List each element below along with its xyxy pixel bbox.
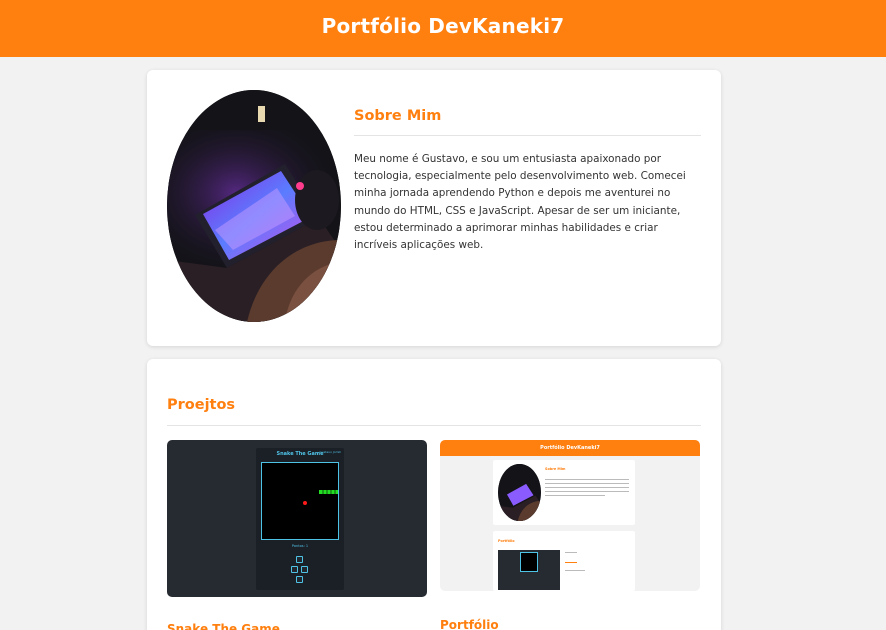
mini-profile-photo (498, 464, 541, 521)
mini-text-line (565, 570, 585, 571)
dpad-down-button (296, 576, 303, 583)
profile-photo-gaming-setup-icon (167, 90, 341, 322)
projects-section: Proejtos Gustavo Jomili Snake The Game P… (147, 359, 721, 630)
snake-board (261, 462, 339, 540)
profile-photo (167, 90, 341, 322)
mini-header-title: Portfólio DevKaneki7 (540, 445, 600, 451)
site-header: Portfólio DevKaneki7 (0, 0, 886, 57)
mini-snake-thumb (498, 550, 560, 590)
mini-text-line (545, 491, 629, 492)
projects-divider (167, 425, 701, 426)
project-label-snake[interactable]: Snake The Game (167, 622, 280, 630)
mini-snake-board (520, 552, 538, 572)
mini-about-card: Sobre Mim (493, 460, 635, 525)
portfolio-preview[interactable]: Portfólio DevKaneki7 Sobre Mim Portfólio (440, 440, 700, 591)
mini-projects-card: Portfólio (493, 531, 635, 591)
snake-icon (303, 490, 338, 505)
mini-accent-line (565, 562, 577, 563)
site-title: Portfólio DevKaneki7 (321, 14, 565, 38)
mini-projects-title: Portfólio (498, 539, 515, 543)
snake-title: Snake The Game (276, 451, 324, 457)
snake-score: Pontos: 1 (291, 544, 309, 548)
project-label-portfolio[interactable]: Portfólio (440, 618, 499, 630)
mini-text-line (545, 487, 629, 488)
mini-about-title: Sobre Mim (545, 467, 566, 471)
mini-profile-photo-icon (498, 464, 541, 521)
mini-text-line (545, 495, 605, 496)
mini-header: Portfólio DevKaneki7 (440, 440, 700, 456)
mini-text-line (545, 479, 629, 480)
mini-text-line (565, 552, 577, 553)
snake-game-preview[interactable]: Gustavo Jomili Snake The Game Pontos: 1 (167, 440, 427, 597)
snake-game-panel: Gustavo Jomili Snake The Game Pontos: 1 (256, 448, 344, 590)
dpad-left-button (291, 566, 298, 573)
food-icon (303, 501, 307, 505)
about-section: Sobre Mim Meu nome é Gustavo, e sou um e… (147, 70, 721, 346)
dpad-up-button (296, 556, 303, 563)
dpad-right-button (301, 566, 308, 573)
about-text: Meu nome é Gustavo, e sou um entusiasta … (354, 153, 686, 252)
about-divider (354, 135, 701, 136)
projects-title: Proejtos (167, 397, 236, 413)
mini-text-line (545, 483, 629, 484)
about-title: Sobre Mim (354, 108, 442, 124)
